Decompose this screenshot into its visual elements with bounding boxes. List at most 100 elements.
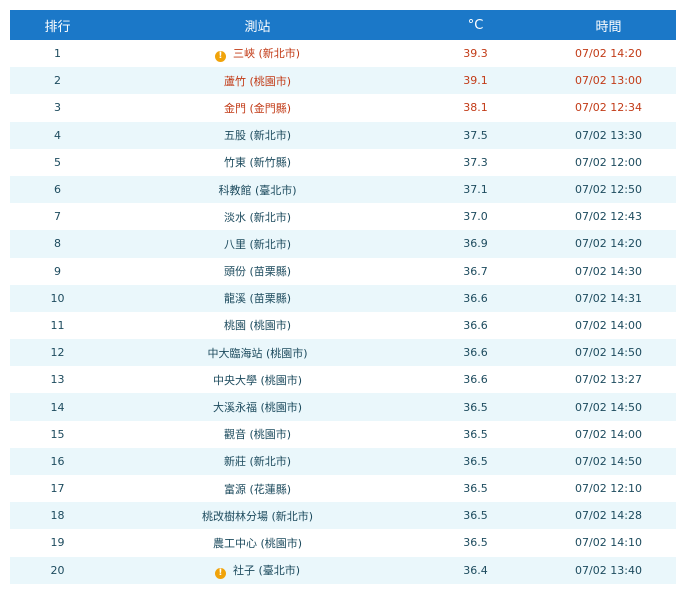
table-row: 1! 三峽 (新北市) 39.3 07/02 14:20 bbox=[10, 40, 676, 67]
header-temperature: °C bbox=[467, 17, 484, 33]
time-cell: 07/02 12:34 bbox=[575, 101, 642, 115]
table-header: 排行 測站 °C 時間 bbox=[10, 10, 676, 40]
station-cell: ! 三峽 (新北市) bbox=[105, 40, 410, 67]
temperature-ranking: 排行 測站 °C 時間 1! 三峽 (新北市) 39.3 07/02 14:20 2 蘆竹… bbox=[10, 10, 676, 584]
rank-cell: 2 bbox=[54, 74, 61, 88]
time-cell: 07/02 12:50 bbox=[575, 183, 642, 197]
time-cell: 07/02 12:00 bbox=[575, 155, 642, 169]
time-cell: 07/02 13:30 bbox=[575, 128, 642, 142]
table-row: 6 科教館 (臺北市) 37.1 07/02 12:50 bbox=[10, 175, 676, 204]
table-row: 19 農工中心 (桃園市) 36.5 07/02 14:10 bbox=[10, 529, 676, 556]
temperature-cell: 36.5 bbox=[463, 536, 488, 550]
station-name[interactable]: 淡水 (新北市) bbox=[224, 211, 291, 224]
temperature-cell: 36.6 bbox=[463, 346, 488, 360]
table-row: 14 大溪永福 (桃園市) 36.5 07/02 14:50 bbox=[10, 393, 676, 421]
table-row: 4 五股 (新北市) 37.5 07/02 13:30 bbox=[10, 121, 676, 149]
station-cell: 新莊 (新北市) bbox=[105, 448, 410, 475]
time-cell: 07/02 14:31 bbox=[575, 291, 642, 305]
rank-cell: 17 bbox=[50, 482, 65, 496]
table-row: 18 桃改樹林分場 (新北市) 36.5 07/02 14:28 bbox=[10, 502, 676, 530]
header-time: 時間 bbox=[595, 19, 622, 35]
station-name[interactable]: 中大臨海站 (桃園市) bbox=[207, 347, 307, 360]
station-name[interactable]: 桃改樹林分場 (新北市) bbox=[202, 510, 313, 523]
time-cell: 07/02 13:27 bbox=[575, 373, 642, 387]
header-row: 排行 測站 °C 時間 bbox=[10, 10, 676, 40]
station-name[interactable]: 八里 (新北市) bbox=[224, 238, 291, 251]
time-cell: 07/02 14:28 bbox=[575, 509, 642, 523]
time-cell: 07/02 14:00 bbox=[575, 427, 642, 441]
station-name[interactable]: 科教館 (臺北市) bbox=[218, 184, 296, 197]
station-cell: 八里 (新北市) bbox=[105, 230, 410, 257]
station-name[interactable]: 金門 (金門縣) bbox=[224, 102, 291, 115]
temperature-cell: 36.7 bbox=[463, 264, 488, 278]
station-name[interactable]: 社子 (臺北市) bbox=[233, 564, 300, 577]
temperature-cell: 39.3 bbox=[463, 47, 488, 61]
station-name[interactable]: 三峽 (新北市) bbox=[233, 47, 300, 60]
temperature-cell: 36.5 bbox=[463, 509, 488, 523]
table-body: 1! 三峽 (新北市) 39.3 07/02 14:20 2 蘆竹 (桃園市) 39.1 07… bbox=[10, 40, 676, 584]
station-cell: ! 社子 (臺北市) bbox=[105, 557, 410, 584]
station-name[interactable]: 中央大學 (桃園市) bbox=[213, 374, 302, 387]
temperature-cell: 36.5 bbox=[463, 427, 488, 441]
temperature-cell: 39.1 bbox=[463, 74, 488, 88]
rank-cell: 19 bbox=[50, 536, 65, 550]
station-cell: 觀音 (桃園市) bbox=[105, 421, 410, 448]
station-name[interactable]: 新莊 (新北市) bbox=[224, 455, 291, 468]
table-row: 11 桃園 (桃園市) 36.6 07/02 14:00 bbox=[10, 312, 676, 339]
station-name[interactable]: 桃園 (桃園市) bbox=[224, 319, 291, 332]
rank-cell: 8 bbox=[54, 237, 61, 251]
table-row: 16 新莊 (新北市) 36.5 07/02 14:50 bbox=[10, 447, 676, 475]
table-row: 5 竹東 (新竹縣) 37.3 07/02 12:00 bbox=[10, 149, 676, 176]
station-name[interactable]: 富源 (花蓮縣) bbox=[224, 483, 291, 496]
station-name[interactable]: 蘆竹 (桃園市) bbox=[224, 75, 291, 88]
time-cell: 07/02 14:50 bbox=[575, 400, 642, 414]
time-cell: 07/02 14:10 bbox=[575, 536, 642, 550]
rank-cell: 9 bbox=[54, 264, 61, 278]
station-name[interactable]: 龍溪 (苗栗縣) bbox=[224, 292, 291, 305]
rank-cell: 14 bbox=[50, 400, 65, 414]
temperature-cell: 37.0 bbox=[463, 210, 488, 224]
station-cell: 中大臨海站 (桃園市) bbox=[105, 339, 410, 366]
rank-cell: 18 bbox=[50, 509, 65, 523]
station-cell: 竹東 (新竹縣) bbox=[105, 149, 410, 176]
station-name[interactable]: 農工中心 (桃園市) bbox=[213, 537, 302, 550]
rank-cell: 6 bbox=[54, 183, 61, 197]
station-name[interactable]: 大溪永福 (桃園市) bbox=[213, 401, 302, 414]
header-rank: 排行 bbox=[44, 19, 71, 35]
temperature-cell: 36.4 bbox=[463, 563, 488, 577]
time-cell: 07/02 13:00 bbox=[575, 74, 642, 88]
rank-cell: 11 bbox=[50, 318, 65, 332]
station-cell: 科教館 (臺北市) bbox=[105, 176, 410, 203]
rank-cell: 12 bbox=[50, 346, 65, 360]
rank-cell: 20 bbox=[50, 563, 65, 577]
rank-cell: 13 bbox=[50, 373, 65, 387]
temperature-cell: 36.5 bbox=[463, 482, 488, 496]
station-name[interactable]: 五股 (新北市) bbox=[224, 129, 291, 142]
rank-cell: 15 bbox=[50, 427, 65, 441]
warning-icon[interactable]: ! bbox=[214, 567, 226, 579]
table-row: 7 淡水 (新北市) 37.0 07/02 12:43 bbox=[10, 203, 676, 230]
station-cell: 桃改樹林分場 (新北市) bbox=[105, 502, 410, 529]
header-station: 測站 bbox=[244, 19, 271, 35]
station-cell: 農工中心 (桃園市) bbox=[105, 529, 410, 556]
rank-cell: 7 bbox=[54, 210, 61, 224]
table-row: 17 富源 (花蓮縣) 36.5 07/02 12:10 bbox=[10, 475, 676, 502]
station-name[interactable]: 竹東 (新竹縣) bbox=[224, 156, 291, 169]
time-cell: 07/02 13:40 bbox=[575, 563, 642, 577]
station-cell: 五股 (新北市) bbox=[105, 122, 410, 149]
table-row: 10 龍溪 (苗栗縣) 36.6 07/02 14:31 bbox=[10, 284, 676, 312]
table-row: 15 觀音 (桃園市) 36.5 07/02 14:00 bbox=[10, 421, 676, 448]
warning-icon[interactable]: ! bbox=[214, 51, 226, 63]
rank-cell: 5 bbox=[54, 155, 61, 169]
station-name[interactable]: 頭份 (苗栗縣) bbox=[224, 265, 291, 278]
station-name[interactable]: 觀音 (桃園市) bbox=[224, 428, 291, 441]
time-cell: 07/02 14:30 bbox=[575, 264, 642, 278]
temperature-cell: 37.3 bbox=[463, 155, 488, 169]
time-cell: 07/02 14:20 bbox=[575, 237, 642, 251]
ranking-table: 排行 測站 °C 時間 1! 三峽 (新北市) 39.3 07/02 14:20 2 蘆竹… bbox=[10, 10, 676, 584]
rank-cell: 10 bbox=[50, 291, 65, 305]
table-row: 13 中央大學 (桃園市) 36.6 07/02 13:27 bbox=[10, 366, 676, 393]
table-row: 2 蘆竹 (桃園市) 39.1 07/02 13:00 bbox=[10, 67, 676, 95]
rank-cell: 3 bbox=[54, 101, 61, 115]
table-row: 12 中大臨海站 (桃園市) 36.6 07/02 14:50 bbox=[10, 339, 676, 367]
